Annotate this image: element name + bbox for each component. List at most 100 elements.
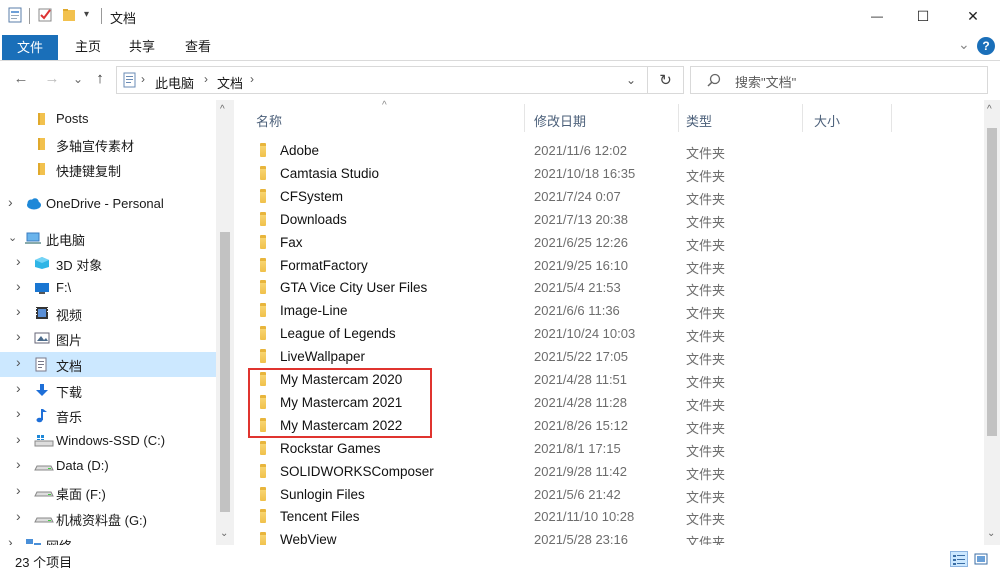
refresh-button[interactable]: ↻ (648, 66, 684, 94)
nav-scrollbar[interactable]: ^ ⌄ (216, 100, 234, 545)
expand-chevron-icon[interactable]: › (16, 482, 21, 498)
ribbon-expand-icon[interactable]: ⌄ (958, 36, 970, 53)
file-row[interactable]: CFSystem 2021/7/24 0:07 文件夹 (252, 186, 892, 209)
file-row[interactable]: Downloads 2021/7/13 20:38 文件夹 (252, 209, 892, 232)
sidebar-item[interactable]: 多轴宣传素材 (0, 132, 216, 157)
expand-chevron-icon[interactable]: › (8, 534, 13, 545)
file-row[interactable]: GTA Vice City User Files 2021/5/4 21:53 文件… (252, 277, 892, 300)
expand-chevron-icon[interactable]: › (16, 380, 21, 396)
file-date-modified: 2021/9/28 11:42 (534, 463, 628, 479)
column-header-name[interactable]: 名称 (256, 111, 282, 130)
file-row[interactable]: WebView 2021/5/28 23:16 文件夹 (252, 529, 892, 545)
minimize-button[interactable]: — (854, 0, 900, 32)
tab-file[interactable]: 文件 (2, 35, 58, 60)
collapse-chevron-icon[interactable]: ⌄ (8, 231, 17, 244)
large-icons-view-button[interactable] (972, 551, 990, 567)
expand-chevron-icon[interactable]: › (16, 456, 21, 472)
file-row[interactable]: Camtasia Studio 2021/10/18 16:35 文件夹 (252, 163, 892, 186)
sidebar-item[interactable]: ⌄ 此电脑 (0, 226, 216, 251)
file-row[interactable]: Sunlogin Files 2021/5/6 21:42 文件夹 (252, 484, 892, 507)
checkbox-icon[interactable] (38, 7, 52, 23)
column-divider[interactable] (678, 104, 679, 132)
scroll-down-icon[interactable]: ⌄ (220, 528, 228, 539)
address-bar[interactable]: › 此电脑 › 文档 › ⌄ (116, 66, 648, 94)
expand-chevron-icon[interactable]: › (16, 508, 21, 524)
breadcrumb-separator[interactable]: › (204, 72, 208, 86)
back-button[interactable]: ← (11, 70, 31, 87)
breadcrumb-separator[interactable]: › (250, 72, 254, 86)
sidebar-item[interactable]: › 3D 对象 (0, 251, 216, 276)
file-list-scroll-thumb[interactable] (987, 128, 997, 436)
document-icon (34, 357, 49, 372)
file-name: WebView (280, 532, 337, 545)
file-row[interactable]: LiveWallpaper 2021/5/22 17:05 文件夹 (252, 346, 892, 369)
explorer-properties-icon[interactable] (8, 7, 22, 23)
new-folder-icon[interactable] (62, 7, 76, 23)
column-divider[interactable] (891, 104, 892, 132)
column-divider[interactable] (524, 104, 525, 132)
customize-quick-access-icon[interactable]: ▾ (84, 9, 98, 25)
forward-button[interactable]: → (42, 70, 62, 87)
file-date-modified: 2021/4/28 11:28 (534, 394, 628, 410)
scroll-down-icon[interactable]: ⌄ (987, 528, 995, 539)
up-button[interactable]: ↑ (90, 70, 110, 87)
details-view-button[interactable] (950, 551, 968, 567)
tab-view[interactable]: 查看 (180, 36, 216, 60)
expand-chevron-icon[interactable]: › (16, 354, 21, 370)
file-row[interactable]: FormatFactory 2021/9/25 16:10 文件夹 (252, 255, 892, 278)
file-date-modified: 2021/10/18 16:35 (534, 165, 636, 181)
file-row[interactable]: Fax 2021/6/25 12:26 文件夹 (252, 232, 892, 255)
column-header-size[interactable]: 大小 (814, 111, 840, 130)
file-row[interactable]: Rockstar Games 2021/8/1 17:15 文件夹 (252, 438, 892, 461)
breadcrumb-documents[interactable]: 文档 (217, 73, 243, 92)
sidebar-item[interactable]: › Windows-SSD (C:) (0, 429, 216, 454)
search-input[interactable]: 搜索"文档" (735, 72, 796, 91)
folder-icon (260, 211, 266, 226)
breadcrumb-this-pc[interactable]: 此电脑 (155, 73, 194, 92)
expand-chevron-icon[interactable]: › (16, 303, 21, 319)
expand-chevron-icon[interactable]: › (8, 194, 13, 210)
nav-scroll-thumb[interactable] (220, 232, 230, 512)
expand-chevron-icon[interactable]: › (16, 328, 21, 344)
sidebar-item[interactable]: › 图片 (0, 326, 216, 351)
expand-chevron-icon[interactable]: › (16, 431, 21, 447)
file-row[interactable]: Adobe 2021/11/6 12:02 文件夹 (252, 140, 892, 163)
sidebar-item-label: 多轴宣传素材 (56, 139, 135, 154)
sidebar-item[interactable]: › 音乐 (0, 403, 216, 428)
file-row[interactable]: Tencent Files 2021/11/10 10:28 文件夹 (252, 506, 892, 529)
scroll-up-icon[interactable]: ^ (220, 104, 225, 115)
file-row[interactable]: SOLIDWORKSComposer 2021/9/28 11:42 文件夹 (252, 461, 892, 484)
sidebar-item[interactable]: › 文档 (0, 352, 216, 377)
search-box[interactable]: 搜索"文档" (690, 66, 988, 94)
sidebar-item[interactable]: › 机械资料盘 (G:) (0, 506, 216, 531)
sidebar-item[interactable]: 快捷键复制 (0, 157, 216, 182)
help-icon[interactable]: ? (977, 37, 995, 55)
sidebar-item[interactable]: › Data (D:) (0, 454, 216, 479)
close-button[interactable]: ✕ (946, 0, 1000, 32)
expand-chevron-icon[interactable]: › (16, 278, 21, 294)
column-header-date[interactable]: 修改日期 (534, 111, 586, 130)
file-date-modified: 2021/5/22 17:05 (534, 349, 628, 365)
column-header-type[interactable]: 类型 (686, 111, 712, 130)
expand-chevron-icon[interactable]: › (16, 405, 21, 421)
column-divider[interactable] (802, 104, 803, 132)
sidebar-item[interactable]: › 视频 (0, 301, 216, 326)
recent-locations-button[interactable]: ⌄ (68, 72, 88, 86)
file-name: FormatFactory (280, 257, 368, 273)
scroll-up-icon[interactable]: ^ (987, 104, 992, 115)
tab-home[interactable]: 主页 (70, 36, 106, 60)
navigation-pane[interactable]: Posts 多轴宣传素材快捷键复制 › OneDrive - Personal ⌄ 此电脑… (0, 100, 234, 545)
sidebar-item[interactable]: › 网络 (0, 532, 216, 545)
expand-chevron-icon[interactable]: › (16, 253, 21, 269)
address-dropdown-icon[interactable]: ⌄ (626, 73, 636, 87)
file-list-scrollbar[interactable]: ^ ⌄ (984, 100, 1000, 545)
maximize-button[interactable]: ☐ (900, 0, 946, 32)
tab-share[interactable]: 共享 (124, 36, 160, 60)
sidebar-item[interactable]: › 下载 (0, 378, 216, 403)
sidebar-item[interactable]: › OneDrive - Personal (0, 192, 216, 217)
file-row[interactable]: League of Legends 2021/10/24 10:03 文件夹 (252, 323, 892, 346)
sidebar-item[interactable]: Posts (0, 107, 216, 132)
sidebar-item[interactable]: › F:\ (0, 276, 216, 301)
file-row[interactable]: Image-Line 2021/6/6 11:36 文件夹 (252, 300, 892, 323)
sidebar-item[interactable]: › 桌面 (F:) (0, 480, 216, 505)
